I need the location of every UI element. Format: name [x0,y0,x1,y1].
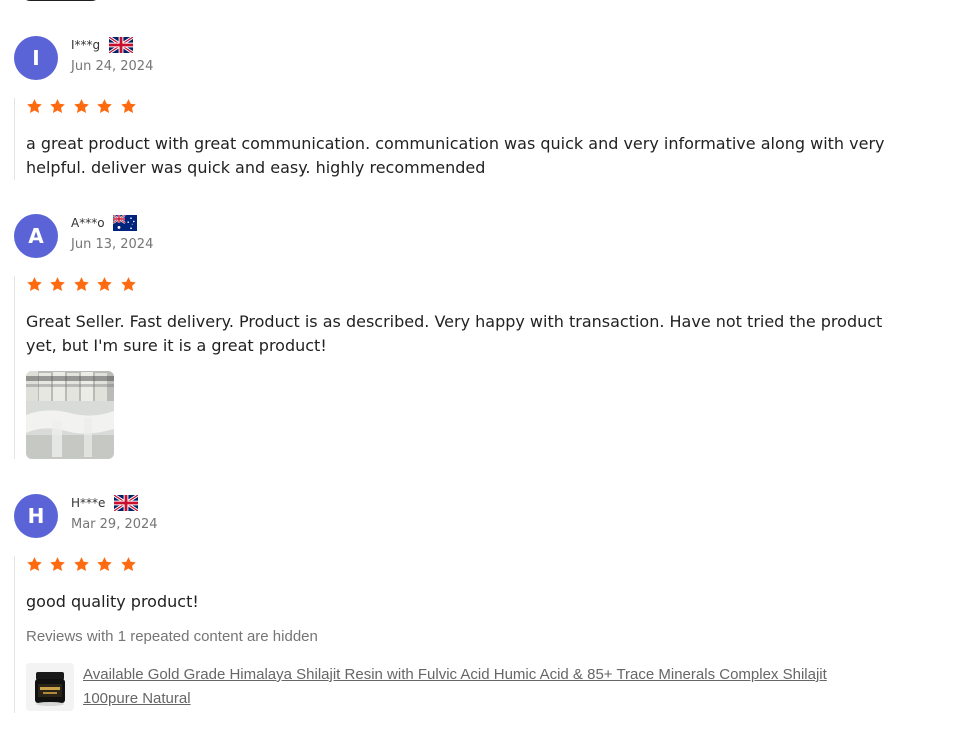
star-rating [26,276,906,296]
review-text: a great product with great communication… [26,134,885,177]
avatar: A [14,214,58,258]
review-text: good quality product! [26,592,199,611]
reviewer-name: A***o [71,215,105,230]
uk-flag-icon [113,494,138,511]
review-body: Great Seller. Fast delivery. Product is … [14,276,906,459]
review-photo-thumbnail[interactable] [26,371,114,459]
review-body: good quality product! Reviews with 1 rep… [14,556,906,713]
uk-flag-icon [108,36,133,53]
product-link[interactable]: Available Gold Grade Himalaya Shilajit R… [83,663,873,711]
star-icon [49,556,66,573]
star-icon [96,556,113,573]
star-icon [96,276,113,293]
star-icon [26,98,43,115]
star-icon [49,98,66,115]
star-icon [120,98,137,115]
product-link-row[interactable]: Available Gold Grade Himalaya Shilajit R… [26,663,906,713]
reviewer-name-row: H***e [71,494,138,516]
avatar: H [14,494,58,538]
star-icon [26,276,43,293]
review-text: Great Seller. Fast delivery. Product is … [26,312,883,355]
star-rating [26,98,906,118]
product-jar-icon[interactable] [26,663,74,711]
reviewer-name-row: I***g [71,36,133,58]
reviewer-name: H***e [71,495,106,510]
hidden-reviews-note: Reviews with 1 repeated content are hidd… [26,628,318,645]
previous-button-edge[interactable] [22,0,100,1]
reviewer-name-row: A***o [71,214,138,236]
reviewer-name: I***g [71,37,101,52]
avatar: I [14,36,58,80]
review-body: a great product with great communication… [14,98,906,180]
star-icon [26,556,43,573]
review-date: Mar 29, 2024 [71,517,158,532]
star-icon [120,276,137,293]
star-icon [120,556,137,573]
star-rating [26,556,906,576]
star-icon [73,98,90,115]
star-icon [73,556,90,573]
review-date: Jun 24, 2024 [71,59,154,74]
star-icon [96,98,113,115]
star-icon [73,276,90,293]
review-date: Jun 13, 2024 [71,237,154,252]
australia-flag-icon [113,214,138,231]
star-icon [49,276,66,293]
